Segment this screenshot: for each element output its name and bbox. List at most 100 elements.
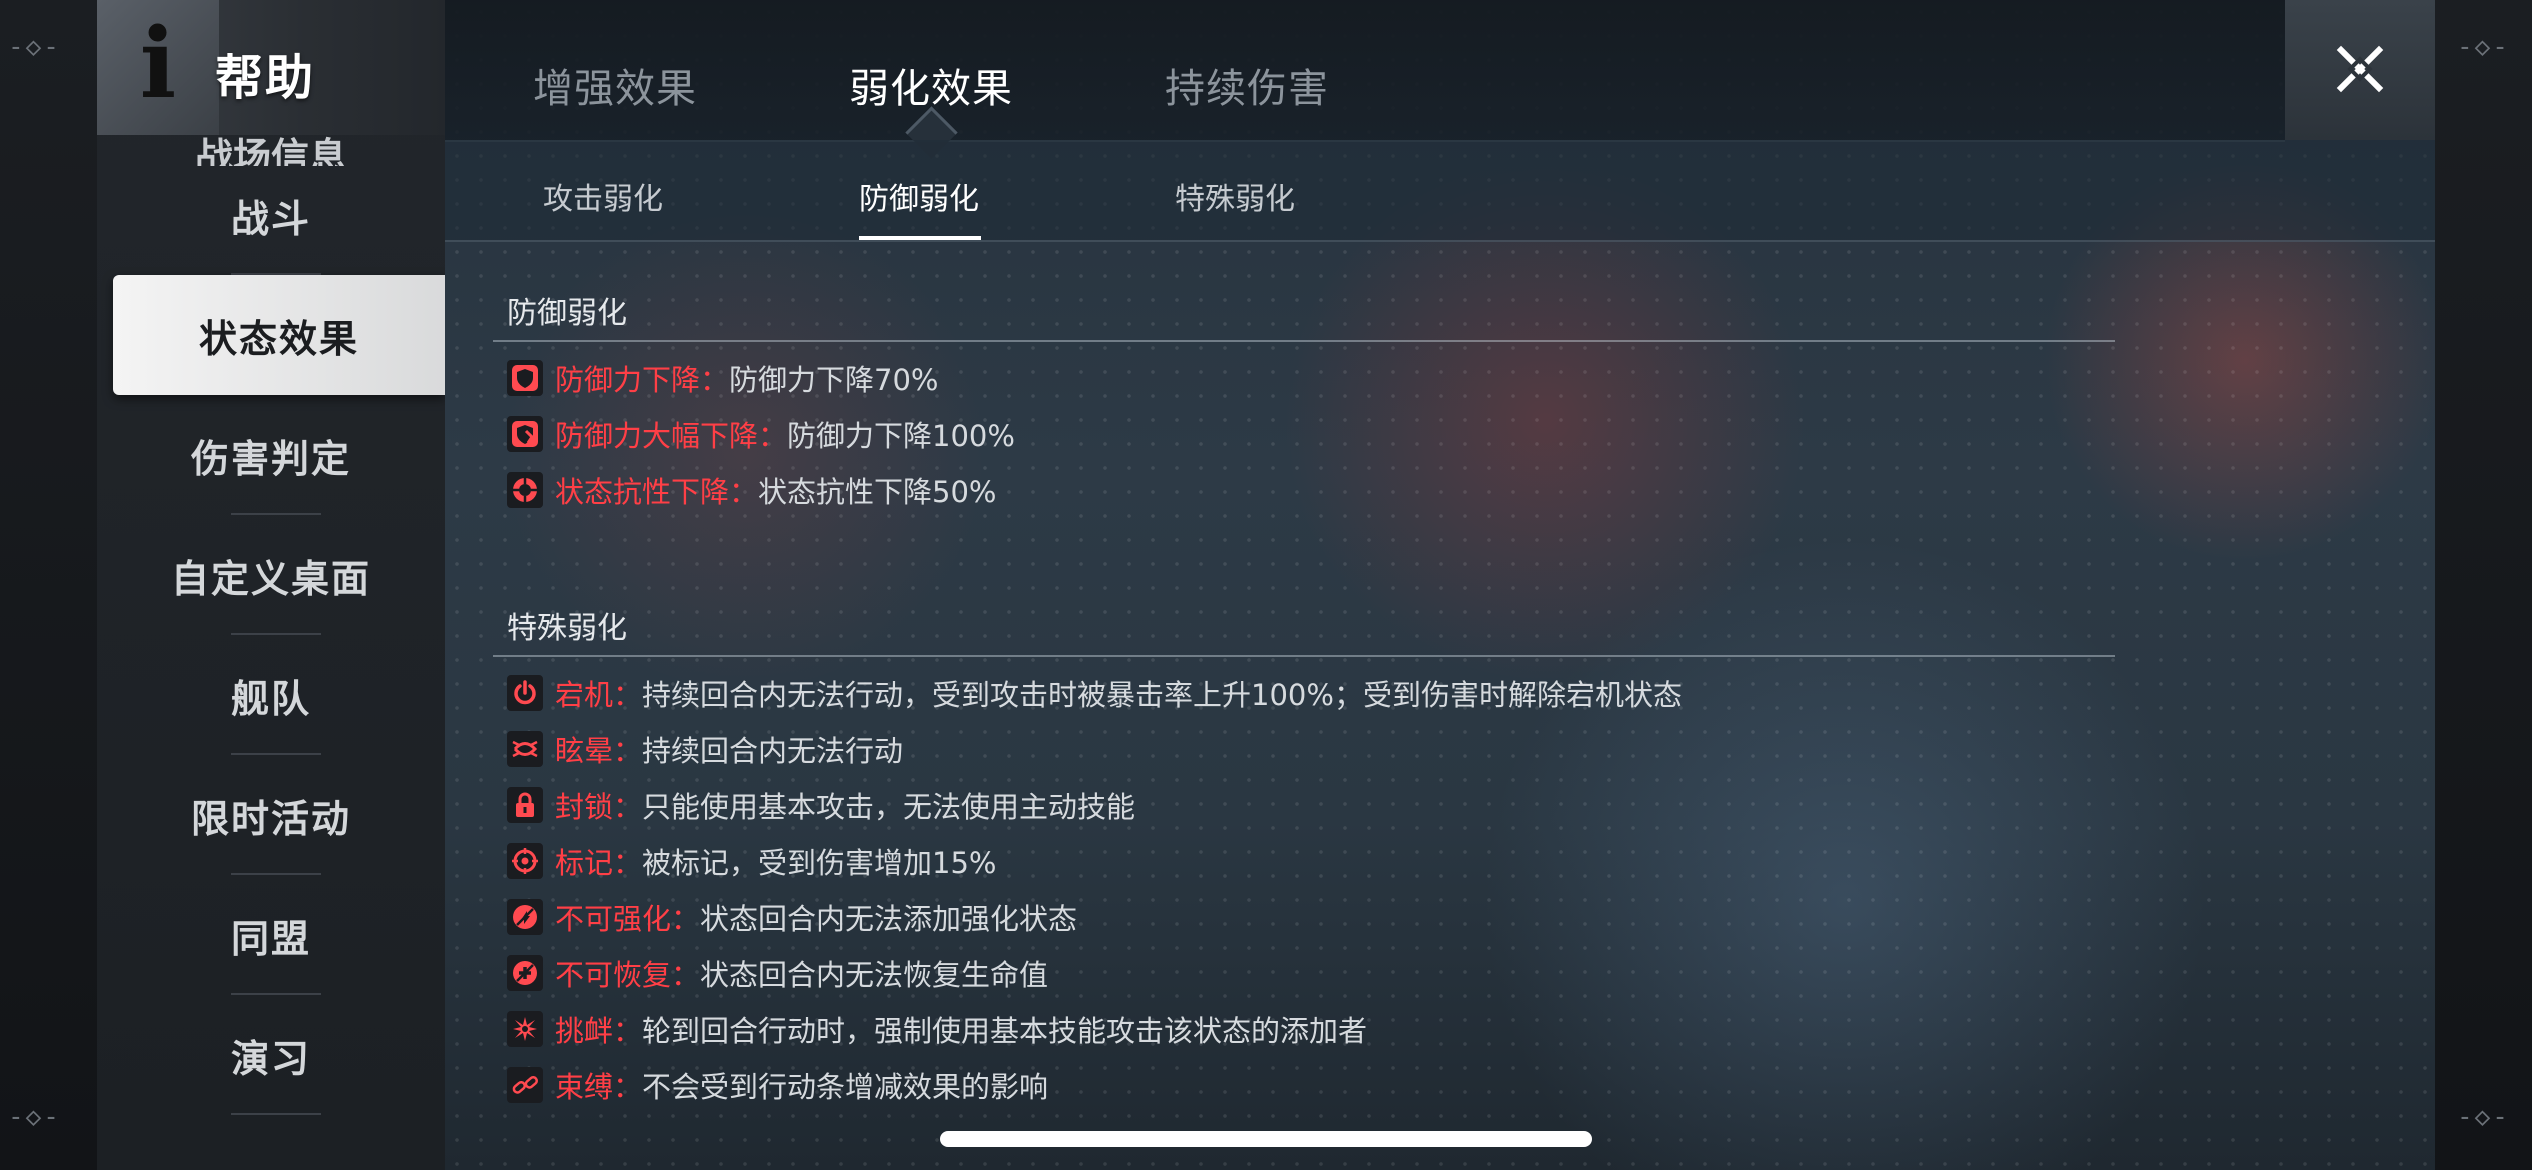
- effect-description: 持续回合内无法行动: [642, 734, 904, 768]
- close-icon: [2336, 45, 2384, 93]
- no-heal-icon: [507, 955, 543, 991]
- effect-row: 不可强化：状态回合内无法添加强化状态: [507, 897, 1077, 937]
- effect-name: 防御力大幅下降: [555, 419, 759, 453]
- effect-name: 眩晕: [555, 734, 614, 768]
- subtab-defense-debuff[interactable]: 防御弱化: [859, 174, 979, 218]
- sidebar-item[interactable]: 伤害判定: [97, 395, 445, 515]
- info-i-icon: i: [139, 7, 177, 120]
- effect-colon: ：: [671, 958, 701, 992]
- effect-description: 只能使用基本攻击，无法使用主动技能: [642, 790, 1136, 824]
- lock-icon: [507, 787, 543, 823]
- subtab-special-debuff[interactable]: 特殊弱化: [1175, 174, 1295, 218]
- effect-colon: ：: [758, 419, 788, 453]
- effect-name: 封锁: [555, 790, 614, 824]
- sidebar-item[interactable]: 舰队: [97, 635, 445, 755]
- sidebar-item[interactable]: 演习: [97, 995, 445, 1115]
- home-indicator[interactable]: [940, 1131, 1592, 1147]
- sidebar-item-label: 状态效果: [198, 315, 359, 361]
- effect-name: 标记: [555, 846, 614, 880]
- close-button[interactable]: [2285, 0, 2435, 140]
- taunt-icon: [507, 1011, 543, 1047]
- effect-row: 束缚：不会受到行动条增减效果的影响: [507, 1065, 1048, 1105]
- effect-name: 挑衅: [555, 1014, 614, 1048]
- effect-row: 防御力下降：防御力下降70%: [507, 358, 939, 398]
- frame-ornament-icon: -◇-: [2457, 1102, 2510, 1132]
- effect-colon: ：: [613, 846, 643, 880]
- section-divider: [493, 655, 2115, 657]
- effect-colon: ：: [671, 902, 701, 936]
- sidebar-item-label: 伤害判定: [190, 435, 351, 481]
- sidebar-item-label: 战斗: [230, 195, 311, 241]
- section-title: 防御弱化: [507, 296, 627, 331]
- subtab-underline: [859, 236, 981, 240]
- page-title: 帮助: [215, 50, 316, 106]
- frame-ornament-icon: -◇-: [2457, 32, 2510, 62]
- effect-description: 不会受到行动条增减效果的影响: [642, 1070, 1049, 1104]
- effect-colon: ：: [613, 734, 643, 768]
- dizzy-icon: [507, 731, 543, 767]
- frame-ornament-icon: -◇-: [8, 1102, 61, 1132]
- effect-row: 挑衅：轮到回合行动时，强制使用基本技能攻击该状态的添加者: [507, 1009, 1367, 1049]
- chain-icon: [507, 1067, 543, 1103]
- main-panel: 增强效果 弱化效果 持续伤害 攻击弱化 防御弱化 特殊弱化 防御弱化 防御力下降：…: [445, 0, 2435, 1170]
- effect-name: 不可强化: [555, 902, 672, 936]
- sidebar-item-label: 演习: [230, 1035, 311, 1081]
- effect-row: 封锁：只能使用基本攻击，无法使用主动技能: [507, 785, 1135, 825]
- sidebar-item[interactable]: 战斗: [97, 155, 445, 275]
- sidebar-item-label: 同盟: [230, 915, 311, 961]
- sidebar-item-label: 舰队: [230, 675, 311, 721]
- section-title: 特殊弱化: [507, 611, 627, 646]
- no-buff-icon: [507, 899, 543, 935]
- effect-colon: ：: [729, 475, 759, 509]
- top-tab-bar: 增强效果 弱化效果 持续伤害: [445, 0, 2285, 159]
- effect-name: 宕机: [555, 678, 614, 712]
- sidebar-item[interactable]: 限时活动: [97, 755, 445, 875]
- shield-broken-icon: [507, 416, 543, 452]
- sidebar-item-label: 限时活动: [190, 795, 351, 841]
- effect-description: 被标记，受到伤害增加15%: [642, 846, 997, 880]
- effect-row: 状态抗性下降：状态抗性下降50%: [507, 470, 997, 510]
- help-header: i 帮助: [97, 0, 445, 135]
- effect-colon: ：: [613, 1070, 643, 1104]
- shield-down-icon: [507, 360, 543, 396]
- effect-name: 不可恢复: [555, 958, 672, 992]
- effect-name: 状态抗性下降: [555, 475, 730, 509]
- effect-row: 防御力大幅下降：防御力下降100%: [507, 414, 1015, 454]
- right-frame: -◇- -◇-: [2434, 0, 2532, 1170]
- effect-colon: ：: [700, 363, 730, 397]
- frame-ornament-icon: -◇-: [8, 32, 61, 62]
- effect-description: 防御力下降100%: [787, 419, 1015, 453]
- target-icon: [507, 843, 543, 879]
- effect-name: 束缚: [555, 1070, 614, 1104]
- sidebar-divider: [231, 1113, 321, 1115]
- effect-description: 状态抗性下降50%: [758, 475, 997, 509]
- effect-name: 防御力下降: [555, 363, 701, 397]
- effect-description: 状态回合内无法恢复生命值: [700, 958, 1049, 992]
- effect-colon: ：: [613, 790, 643, 824]
- tab-buff[interactable]: 增强效果: [533, 56, 697, 114]
- sub-tab-bar: 攻击弱化 防御弱化 特殊弱化: [445, 140, 2435, 242]
- sidebar-item[interactable]: 同盟: [97, 875, 445, 995]
- help-icon-box: i: [97, 0, 219, 135]
- effect-description: 状态回合内无法添加强化状态: [700, 902, 1078, 936]
- power-icon: [507, 675, 543, 711]
- resistance-down-icon: [507, 472, 543, 508]
- subtab-attack-debuff[interactable]: 攻击弱化: [543, 174, 663, 218]
- sidebar: 战场信息 战斗 状态效果 伤害判定 自定义桌面 舰队 限时活动 同盟 演习 i 帮助: [97, 0, 445, 1170]
- sidebar-item[interactable]: 状态效果: [113, 275, 445, 395]
- effect-colon: ：: [613, 678, 643, 712]
- effect-row: 眩晕：持续回合内无法行动: [507, 729, 903, 769]
- effect-row: 不可恢复：状态回合内无法恢复生命值: [507, 953, 1048, 993]
- effect-row: 标记：被标记，受到伤害增加15%: [507, 841, 997, 881]
- effect-row: 宕机：持续回合内无法行动，受到攻击时被暴击率上升100%；受到伤害时解除宕机状态: [507, 673, 1682, 713]
- sidebar-menu: 战斗状态效果伤害判定自定义桌面舰队限时活动同盟演习: [97, 155, 445, 1115]
- effect-description: 防御力下降70%: [729, 363, 939, 397]
- section-divider: [493, 340, 2115, 342]
- effect-colon: ：: [613, 1014, 643, 1048]
- left-frame: -◇- -◇-: [0, 0, 98, 1170]
- sidebar-item[interactable]: 自定义桌面: [97, 515, 445, 635]
- effect-description: 持续回合内无法行动，受到攻击时被暴击率上升100%；受到伤害时解除宕机状态: [642, 678, 1682, 712]
- sidebar-item-label: 自定义桌面: [170, 555, 371, 601]
- tab-dot[interactable]: 持续伤害: [1165, 56, 1329, 114]
- effect-description: 轮到回合行动时，强制使用基本技能攻击该状态的添加者: [642, 1014, 1368, 1048]
